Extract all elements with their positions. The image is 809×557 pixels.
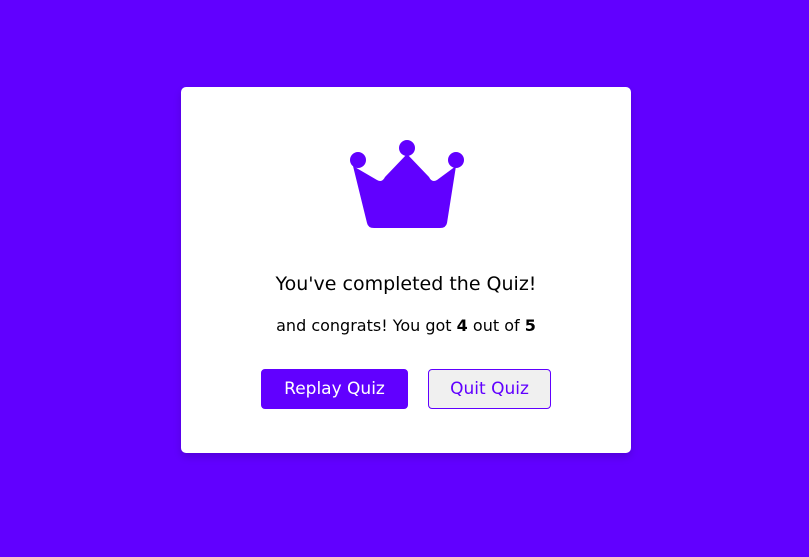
quit-quiz-button[interactable]: Quit Quiz	[428, 369, 551, 409]
result-box: You've completed the Quiz! and congrats!…	[181, 87, 631, 453]
score-middle: out of	[472, 316, 520, 335]
score-message: and congrats! You got 4 out of 5	[181, 316, 631, 335]
completion-message: You've completed the Quiz!	[275, 273, 537, 295]
score-total: 5	[524, 316, 536, 335]
score-prefix: and congrats! You got	[276, 316, 452, 335]
replay-quiz-button[interactable]: Replay Quiz	[261, 369, 408, 409]
score-value: 4	[456, 316, 468, 335]
crown-icon	[350, 140, 464, 228]
